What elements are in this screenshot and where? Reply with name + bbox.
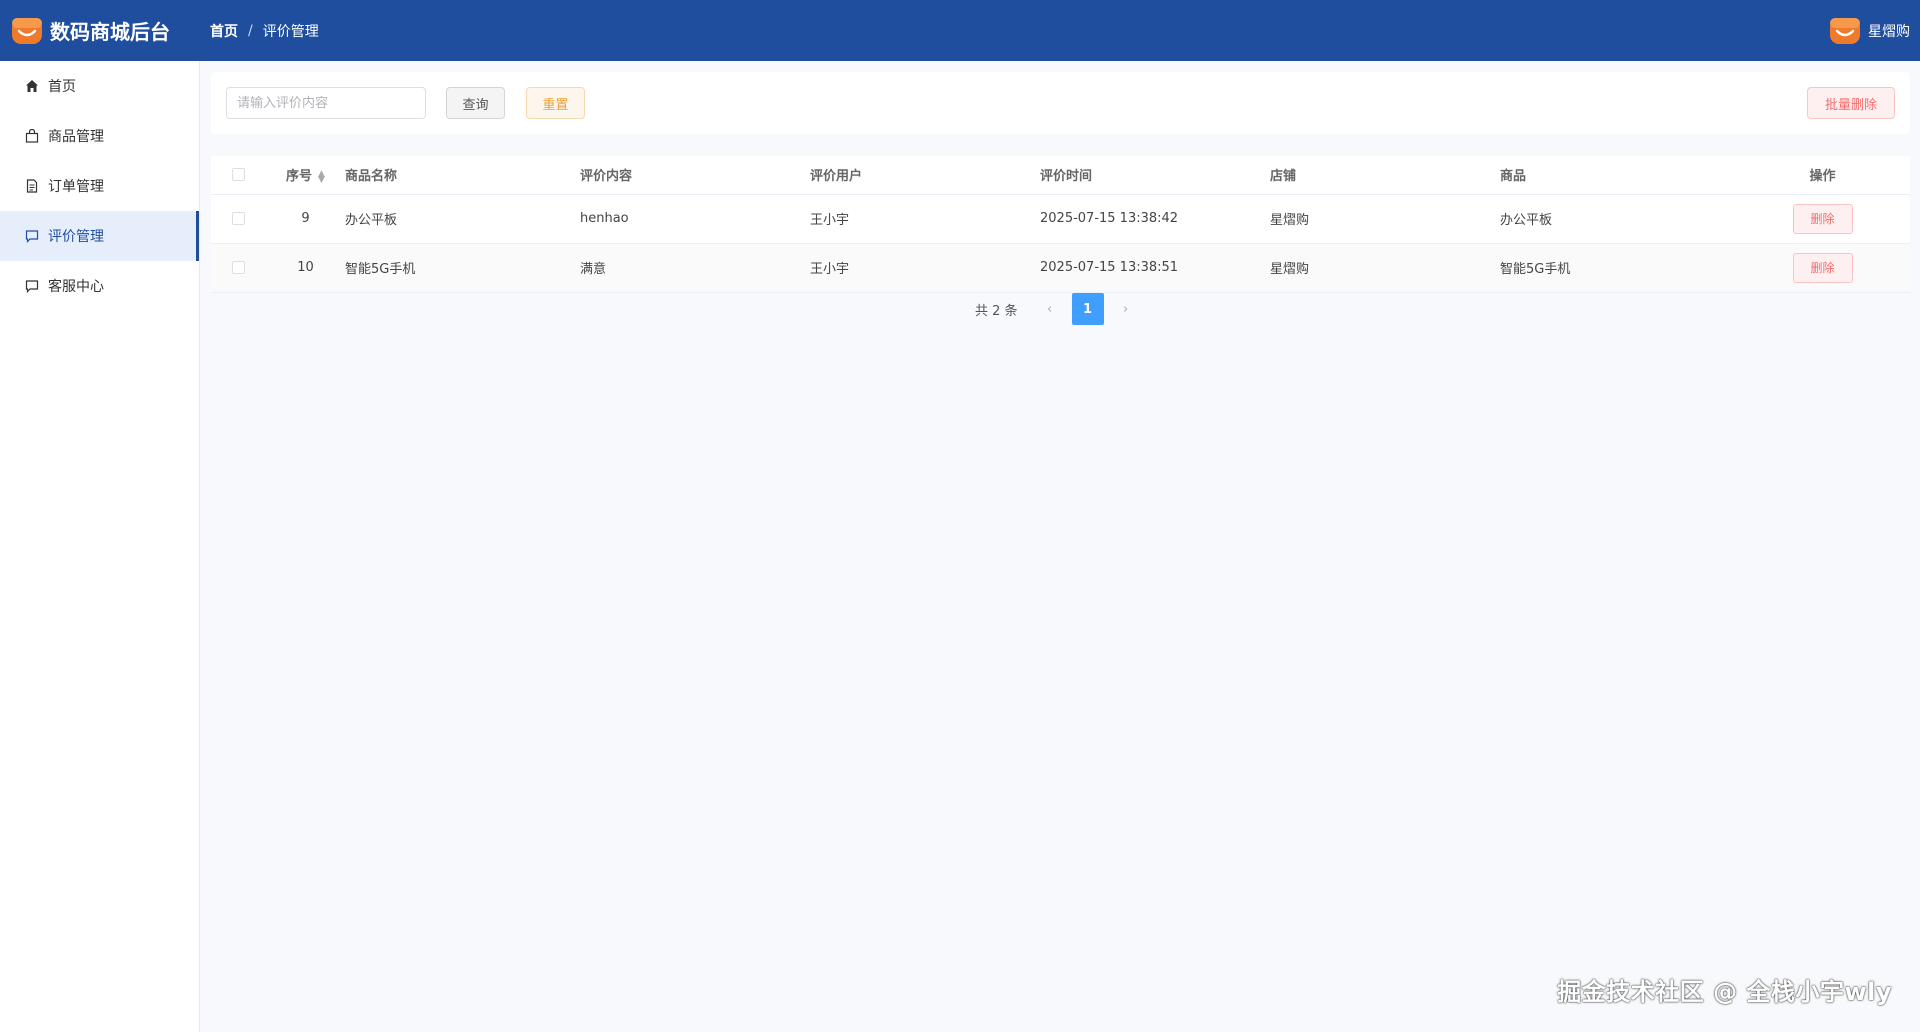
chat-icon <box>24 228 40 244</box>
prev-page-icon[interactable]: ‹ <box>1038 293 1062 325</box>
sidebar-item-label: 商品管理 <box>48 129 104 145</box>
cell-content: henhao <box>580 194 810 244</box>
row-checkbox[interactable] <box>232 212 245 225</box>
cell-user: 王小宇 <box>810 194 1040 244</box>
cell-store: 星熠购 <box>1270 243 1500 293</box>
column-header-user: 评价用户 <box>810 156 1040 195</box>
column-header-product-name: 商品名称 <box>345 156 580 195</box>
select-all-checkbox[interactable] <box>232 168 245 182</box>
pagination: 共 2 条 ‹ 1 › <box>975 293 1138 325</box>
user-name: 星熠购 <box>1868 23 1910 40</box>
search-toolbar: 查询 重置 批量删除 <box>211 72 1910 134</box>
sidebar-item-reviews[interactable]: 评价管理 <box>0 211 199 261</box>
avatar[interactable] <box>1828 14 1862 48</box>
page-number-button[interactable]: 1 <box>1071 293 1104 325</box>
sidebar-item-home[interactable]: 首页 <box>0 61 199 111</box>
sidebar: 首页 商品管理 订单管理 评价管理 客服中心 <box>0 61 200 1032</box>
reviews-table: 序号 ▲ ▼ 商品名称 评价内容 评价用户 评价时间 店铺 商品 操作 9 办公平板… <box>211 156 1910 293</box>
sidebar-item-products[interactable]: 商品管理 <box>0 111 199 161</box>
cell-product: 智能5G手机 <box>1500 243 1735 293</box>
next-page-icon[interactable]: › <box>1114 293 1138 325</box>
chat-icon <box>24 278 40 294</box>
sidebar-item-label: 评价管理 <box>48 229 104 245</box>
column-header-store: 店铺 <box>1270 156 1500 195</box>
store-logo-icon <box>10 14 44 48</box>
cell-product: 办公平板 <box>1500 194 1735 244</box>
breadcrumb-separator: / <box>248 22 253 39</box>
cell-time: 2025-07-15 13:38:51 <box>1040 243 1270 293</box>
table-row: 9 办公平板 henhao 王小宇 2025-07-15 13:38:42 星熠… <box>211 194 1910 244</box>
column-header-action: 操作 <box>1735 156 1910 195</box>
watermark: 掘金技术社区 @ 全栈小宇wly <box>1557 978 1892 1006</box>
table-header-row: 序号 ▲ ▼ 商品名称 评价内容 评价用户 评价时间 店铺 商品 操作 <box>211 156 1910 195</box>
table-row: 10 智能5G手机 满意 王小宇 2025-07-15 13:38:51 星熠购… <box>211 243 1910 293</box>
sidebar-item-label: 订单管理 <box>48 179 104 195</box>
top-header: 数码商城后台 首页 / 评价管理 星熠购 <box>0 0 1920 61</box>
breadcrumb: 首页 / 评价管理 <box>210 21 319 41</box>
column-header-id[interactable]: 序号 ▲ ▼ <box>266 156 345 195</box>
batch-delete-button[interactable]: 批量删除 <box>1807 87 1895 119</box>
breadcrumb-current: 评价管理 <box>262 23 319 40</box>
cell-store: 星熠购 <box>1270 194 1500 244</box>
brand[interactable]: 数码商城后台 <box>0 14 200 48</box>
home-icon <box>24 78 40 94</box>
sidebar-item-label: 客服中心 <box>48 279 104 295</box>
brand-title: 数码商城后台 <box>50 20 170 44</box>
cell-content: 满意 <box>580 243 810 293</box>
sidebar-item-label: 首页 <box>48 79 76 95</box>
cell-id: 9 <box>266 194 345 244</box>
sort-icon[interactable]: ▲ ▼ <box>318 169 325 184</box>
column-header-time: 评价时间 <box>1040 156 1270 195</box>
cell-id: 10 <box>266 243 345 293</box>
column-header-content: 评价内容 <box>580 156 810 195</box>
cell-time: 2025-07-15 13:38:42 <box>1040 194 1270 244</box>
user-menu[interactable]: 星熠购 <box>1828 0 1910 61</box>
reset-button[interactable]: 重置 <box>526 87 585 119</box>
delete-button[interactable]: 删除 <box>1792 252 1853 283</box>
shopping-bag-icon <box>24 128 40 144</box>
sidebar-item-customer-service[interactable]: 客服中心 <box>0 261 199 311</box>
delete-button[interactable]: 删除 <box>1792 203 1853 234</box>
search-input[interactable] <box>226 87 426 119</box>
document-icon <box>24 178 40 194</box>
row-checkbox[interactable] <box>232 261 245 274</box>
cell-product-name: 智能5G手机 <box>345 243 580 293</box>
breadcrumb-home[interactable]: 首页 <box>210 21 238 41</box>
sidebar-item-orders[interactable]: 订单管理 <box>0 161 199 211</box>
cell-user: 王小宇 <box>810 243 1040 293</box>
column-header-product: 商品 <box>1500 156 1735 195</box>
cell-product-name: 办公平板 <box>345 194 580 244</box>
query-button[interactable]: 查询 <box>446 87 505 119</box>
pagination-total: 共 2 条 <box>975 303 1018 319</box>
